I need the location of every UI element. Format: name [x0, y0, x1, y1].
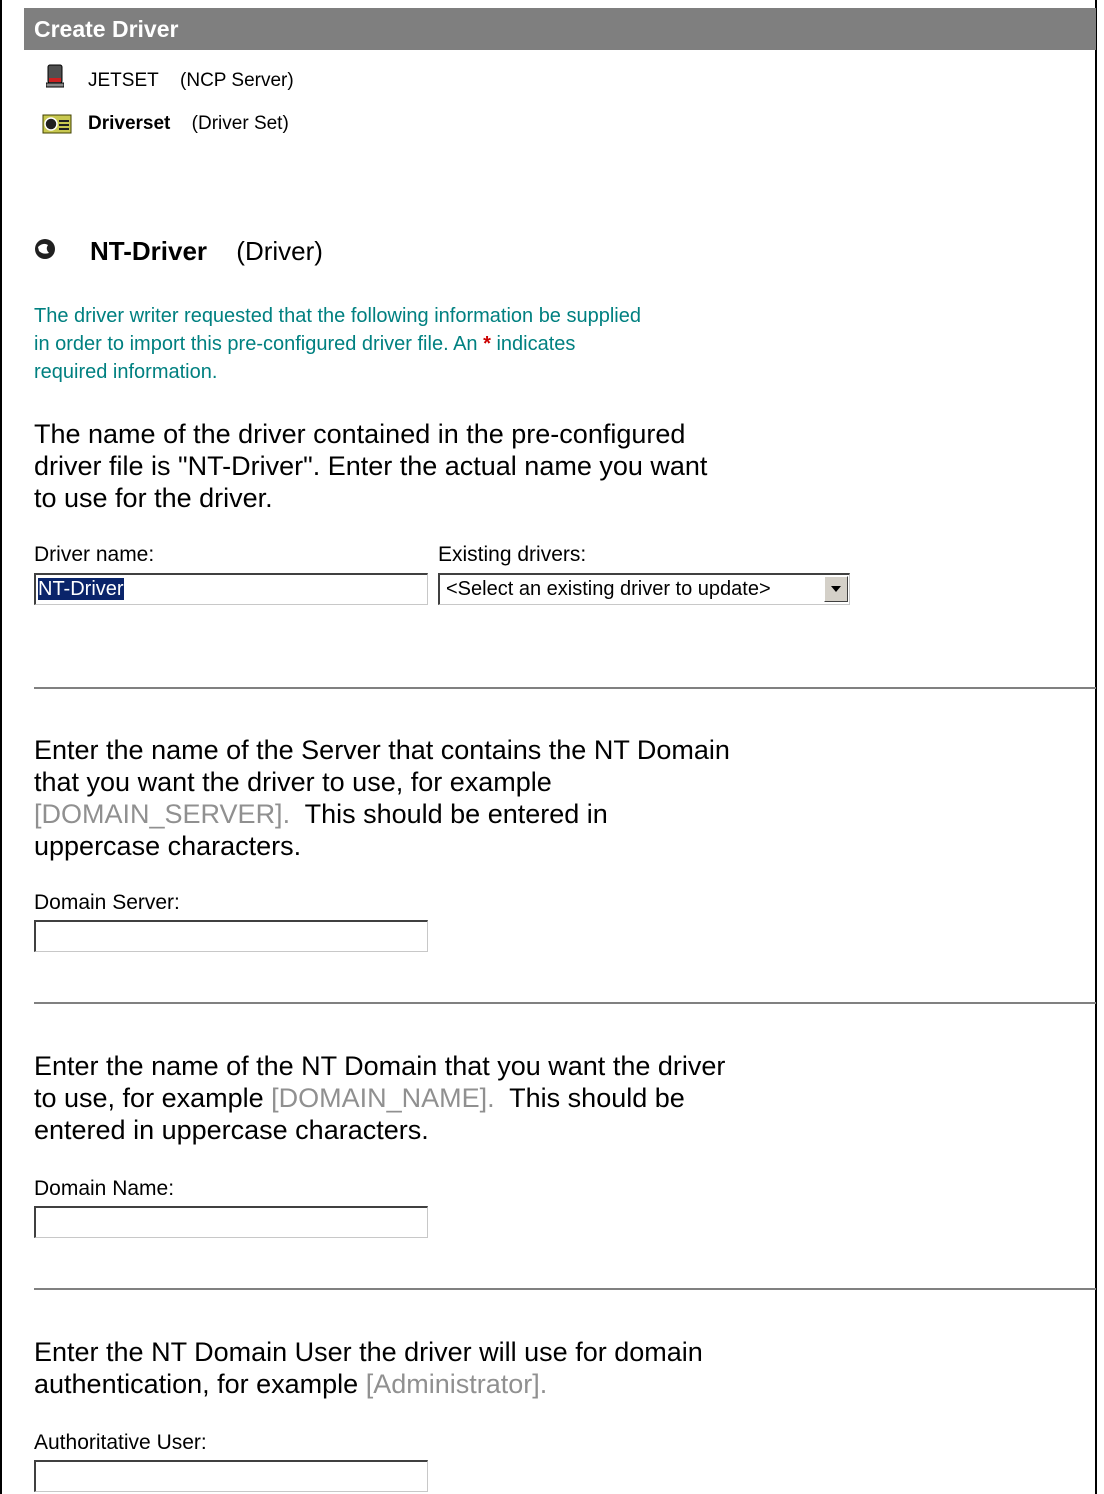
- prompt-line: The name of the driver contained in the …: [34, 419, 686, 449]
- info-note-line: required information.: [34, 361, 218, 383]
- prompt-line: entered in uppercase characters.: [34, 1115, 429, 1145]
- page-title: Create Driver: [34, 16, 179, 42]
- section-divider: [34, 687, 1096, 689]
- example-text: [DOMAIN_NAME].: [271, 1083, 495, 1113]
- server-icon: [45, 64, 65, 93]
- example-text: [Administrator].: [365, 1369, 548, 1399]
- driver-name-prompt: The name of the driver contained in the …: [34, 418, 707, 514]
- left-border: [0, 0, 2, 1494]
- section-divider: [34, 1288, 1096, 1290]
- info-note-line: in order to import this pre-configured d…: [34, 330, 641, 358]
- existing-drivers-label: Existing drivers:: [438, 543, 587, 566]
- required-asterisk: *: [483, 333, 491, 355]
- prompt-line: [DOMAIN_SERVER]. This should be entered …: [34, 798, 730, 830]
- right-border: [1095, 0, 1097, 1494]
- driver-name: NT-Driver: [90, 236, 208, 266]
- prompt-line: driver file is "NT-Driver". Enter the ac…: [34, 451, 708, 481]
- prompt-text: to use, for example: [34, 1083, 272, 1113]
- authoritative-user-prompt: Enter the NT Domain User the driver will…: [34, 1336, 703, 1400]
- existing-drivers-selected: <Select an existing driver to update>: [446, 578, 771, 600]
- prompt-line: Enter the NT Domain User the driver will…: [34, 1337, 703, 1367]
- example-text: [DOMAIN_SERVER].: [34, 799, 291, 829]
- server-name: JETSET: [88, 70, 159, 91]
- server-type: (NCP Server): [180, 70, 294, 91]
- dropdown-button[interactable]: [824, 576, 848, 602]
- prompt-line: to use for the driver.: [34, 483, 273, 513]
- prompt-text: This should be entered in: [290, 799, 608, 829]
- driver-name-input[interactable]: NT-Driver: [34, 573, 428, 605]
- info-note: The driver writer requested that the fol…: [34, 302, 641, 386]
- driver-name-label: Driver name:: [34, 543, 155, 566]
- driver-name-value: NT-Driver: [38, 578, 124, 600]
- existing-drivers-select[interactable]: <Select an existing driver to update>: [438, 573, 850, 605]
- section-divider: [34, 1002, 1096, 1004]
- driver-icon: [34, 238, 56, 265]
- domain-name-input[interactable]: [34, 1206, 428, 1238]
- domain-server-label: Domain Server:: [34, 891, 180, 914]
- driver-set-icon: [42, 114, 72, 139]
- driver-heading: NT-Driver (Driver): [90, 236, 323, 267]
- prompt-line: Enter the name of the NT Domain that you…: [34, 1051, 726, 1081]
- prompt-line: uppercase characters.: [34, 831, 302, 861]
- domain-server-input[interactable]: [34, 920, 428, 952]
- driverset-name: Driverset: [88, 113, 171, 134]
- driver-type: (Driver): [236, 236, 323, 266]
- authoritative-user-input[interactable]: [34, 1460, 428, 1492]
- info-note-line: The driver writer requested that the fol…: [34, 305, 641, 327]
- info-note-text: indicates: [490, 333, 576, 355]
- driverset-type: (Driver Set): [191, 113, 289, 134]
- prompt-text: This should be: [494, 1083, 685, 1113]
- prompt-line: authentication, for example [Administrat…: [34, 1368, 703, 1400]
- domain-name-prompt: Enter the name of the NT Domain that you…: [34, 1050, 725, 1146]
- page-header: Create Driver: [24, 8, 1096, 50]
- context-row-driverset: Driverset (Driver Set): [88, 113, 289, 135]
- info-note-text: in order to import this pre-configured d…: [34, 333, 484, 355]
- chevron-down-icon: [831, 586, 841, 592]
- context-row-server: JETSET (NCP Server): [88, 70, 294, 92]
- prompt-line: to use, for example [DOMAIN_NAME]. This …: [34, 1082, 725, 1114]
- domain-name-label: Domain Name:: [34, 1177, 175, 1200]
- prompt-line: that you want the driver to use, for exa…: [34, 767, 552, 797]
- prompt-text: authentication, for example: [34, 1369, 366, 1399]
- authoritative-user-label: Authoritative User:: [34, 1431, 207, 1454]
- prompt-line: Enter the name of the Server that contai…: [34, 735, 730, 765]
- domain-server-prompt: Enter the name of the Server that contai…: [34, 734, 730, 862]
